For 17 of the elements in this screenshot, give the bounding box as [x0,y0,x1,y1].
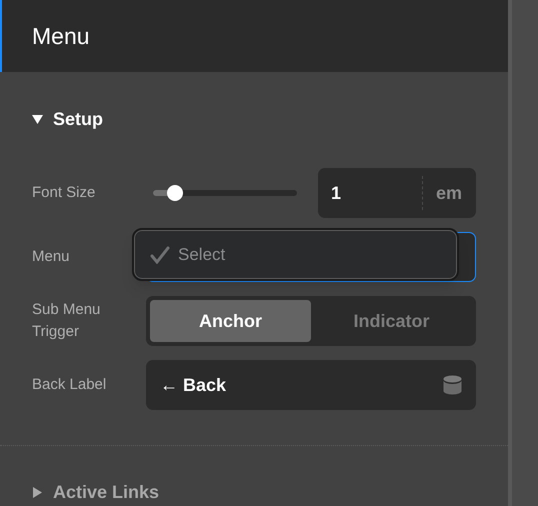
field-label: Font Size [32,183,96,203]
dropdown-item[interactable]: Select [134,230,457,279]
text-field[interactable]: ← Back [146,360,476,410]
number-field[interactable]: 1 em [318,168,476,218]
caret-down-icon [32,114,43,125]
segment-tab[interactable]: Anchor [150,300,311,342]
section-header[interactable]: Setup [32,106,104,133]
checkmark-icon [150,246,170,264]
caret-right-icon [32,487,43,498]
segment-tab[interactable]: Indicator [311,300,472,342]
field-label: Menu [32,247,71,267]
field-label: Back Label [32,375,108,395]
section-header[interactable]: Active Links [32,479,160,506]
slider-thumb[interactable] [166,185,183,201]
panel-title: Menu [32,22,90,51]
database-icon[interactable] [443,375,462,395]
field-label: Sub Menu Trigger [32,300,102,342]
